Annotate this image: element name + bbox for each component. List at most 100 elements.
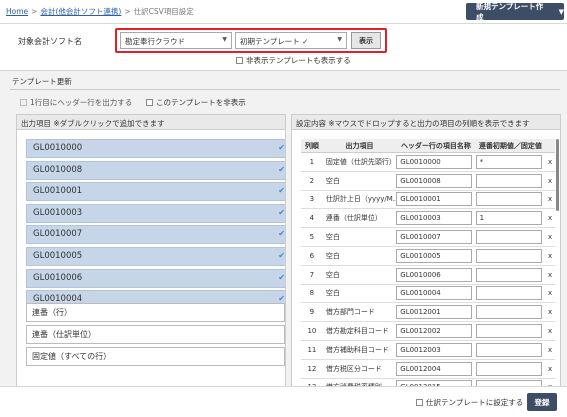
row-output-item: 借方勘定科目コード — [325, 327, 389, 336]
header-name-input[interactable]: GL0010005 — [396, 248, 473, 263]
hide-template-option[interactable]: このテンプレートを非表示 — [146, 97, 246, 108]
footer-bar: 仕訳テンプレートに設定する 登録 — [0, 386, 567, 417]
delete-icon[interactable]: x — [545, 252, 555, 260]
header-name-input[interactable]: GL0012002 — [396, 324, 473, 339]
row-order: 10 — [307, 327, 317, 336]
delete-icon[interactable]: x — [545, 177, 555, 185]
column-header-header-name: ヘッダー行の項目名称 — [400, 141, 471, 150]
delete-icon[interactable]: x — [545, 308, 555, 316]
list-item[interactable]: GL0010001 ✔ — [26, 182, 285, 202]
header-row-checkbox[interactable] — [20, 99, 27, 106]
row-output-item: 空白 — [325, 270, 340, 279]
list-item[interactable]: GL0010005 ✔ — [26, 246, 285, 266]
header-name-input[interactable]: GL0012001 — [396, 305, 473, 320]
header-name-input[interactable]: GL0010007 — [396, 230, 473, 245]
table-row[interactable]: 7 空白 GL0010006 x — [301, 266, 555, 285]
new-template-button[interactable]: 新規テンプレート作成 ▼ — [466, 2, 564, 22]
list-item[interactable]: GL0010008 ✔ — [26, 160, 285, 180]
delete-icon[interactable]: x — [545, 195, 555, 203]
header-name-input[interactable]: GL0010006 — [396, 267, 473, 282]
chevron-down-icon: ▼ — [222, 36, 227, 43]
table-row[interactable]: 10 借方勘定科目コード GL0012002 x — [301, 322, 555, 341]
table-row[interactable]: 1 固定値（仕訳先頭行） GL0010000 * x — [301, 153, 555, 172]
show-hidden-templates-option[interactable]: 非表示テンプレートも表示する — [236, 55, 351, 66]
delete-icon[interactable]: x — [545, 158, 555, 166]
list-item[interactable]: 連番（仕訳単位） — [26, 325, 285, 344]
hide-template-checkbox[interactable] — [146, 99, 153, 106]
initial-value-input[interactable] — [475, 192, 542, 207]
top-bar: Home > 会計(他会計ソフト連携) > 仕訳CSV項目設定 新規テンプレート作成 ▼ — [0, 0, 567, 24]
table-row[interactable]: 9 借方部門コード GL0012001 x — [301, 303, 555, 323]
breadcrumb-parent-link[interactable]: 会計(他会計ソフト連携) — [40, 7, 121, 16]
software-label: 対象会計ソフト名 — [18, 37, 82, 46]
check-icon: ✔ — [278, 186, 285, 196]
row-output-item: 空白 — [325, 233, 340, 242]
initial-value-input[interactable] — [475, 305, 542, 320]
register-button[interactable]: 登録 — [527, 393, 557, 411]
table-row[interactable]: 2 空白 GL0010008 x — [301, 172, 555, 191]
initial-value-input[interactable] — [475, 342, 542, 357]
breadcrumb-home-link[interactable]: Home — [6, 7, 28, 16]
list-item[interactable]: GL0010000 ✔ — [26, 139, 285, 158]
row-output-item: 固定値（仕訳先頭行） — [325, 157, 396, 166]
delete-icon[interactable]: x — [545, 289, 555, 297]
delete-icon[interactable]: x — [545, 346, 555, 354]
table-row[interactable]: 8 空白 GL0010004 x — [301, 285, 555, 304]
show-button[interactable]: 表示 — [351, 32, 381, 49]
header-row-option[interactable]: 1行目にヘッダー行を出力する — [20, 97, 132, 108]
row-output-item: 仕訳計上日（yyyy/M... — [325, 195, 397, 204]
table-row[interactable]: 5 空白 GL0010007 x — [301, 228, 555, 247]
row-output-item: 空白 — [325, 289, 340, 298]
initial-value-input[interactable] — [475, 286, 542, 301]
table-row[interactable]: 4 連番（仕訳単位） GL0010003 1 x — [301, 209, 555, 229]
header-name-input[interactable]: GL0010004 — [396, 286, 473, 301]
delete-icon[interactable]: x — [545, 365, 555, 373]
list-item[interactable]: 固定値（すべての行） — [26, 347, 285, 366]
template-select-value: 初期テンプレート ✓ — [240, 37, 309, 46]
initial-value-input[interactable] — [475, 230, 542, 245]
row-order: 7 — [309, 270, 315, 279]
scrollbar-thumb[interactable] — [556, 139, 559, 211]
list-item[interactable]: GL0010006 ✔ — [26, 268, 285, 288]
scrollbar[interactable] — [556, 139, 560, 386]
initial-value-input[interactable] — [475, 324, 542, 339]
set-template-checkbox[interactable] — [416, 399, 423, 406]
check-icon: ✔ — [278, 229, 285, 239]
header-name-input[interactable]: GL0010003 — [396, 211, 473, 226]
initial-value-input[interactable] — [475, 248, 542, 263]
list-item[interactable]: 連番（行） — [26, 303, 285, 322]
show-hidden-checkbox[interactable] — [236, 57, 243, 64]
delete-icon[interactable]: x — [545, 214, 555, 222]
list-item-label: GL0010008 — [33, 164, 83, 175]
table-row[interactable]: 12 借方税区分コード GL0012004 x — [301, 360, 555, 379]
table-row[interactable]: 3 仕訳計上日（yyyy/M... GL0010001 x — [301, 191, 555, 210]
list-item[interactable]: GL0010003 ✔ — [26, 203, 285, 223]
software-select-row: 対象会計ソフト名 勘定奉行クラウド ▼ 初期テンプレート ✓ ▼ 表示 非表示テ… — [0, 24, 567, 70]
software-select[interactable]: 勘定奉行クラウド ▼ — [120, 32, 232, 49]
header-name-input[interactable]: GL0010001 — [396, 192, 473, 207]
initial-value-input[interactable] — [475, 267, 542, 282]
initial-value-input[interactable] — [475, 361, 542, 376]
delete-icon[interactable]: x — [545, 271, 555, 279]
table-row[interactable]: 6 空白 GL0010005 x — [301, 247, 555, 266]
set-template-option[interactable]: 仕訳テンプレートに設定する — [416, 397, 523, 408]
header-name-input[interactable]: GL0012003 — [396, 342, 473, 357]
table-row[interactable]: 11 借方補助科目コード GL0012003 x — [301, 341, 555, 360]
initial-value-input[interactable]: 1 — [475, 211, 542, 226]
header-name-input[interactable]: GL0010000 — [396, 154, 473, 169]
header-name-input[interactable]: GL0012004 — [396, 361, 473, 376]
template-select[interactable]: 初期テンプレート ✓ ▼ — [235, 32, 347, 49]
header-name-input[interactable]: GL0010008 — [396, 173, 473, 188]
breadcrumb-separator: > — [124, 7, 131, 16]
table-header: 列順 出力項目 ヘッダー行の項目名称 連番初期値／固定値 — [301, 139, 555, 153]
delete-icon[interactable]: x — [545, 233, 555, 241]
chevron-down-icon: ▼ — [337, 36, 342, 43]
check-icon: ✔ — [278, 143, 285, 152]
section-title: テンプレート更新 — [12, 77, 72, 86]
initial-value-input[interactable] — [475, 173, 542, 188]
delete-icon[interactable]: x — [545, 327, 555, 335]
initial-value-input[interactable]: * — [475, 154, 542, 169]
settings-title: 設定内容 ※マウスでドロップすると出力の項目の列順を表示できます — [292, 115, 560, 130]
row-order: 6 — [309, 251, 315, 260]
list-item[interactable]: GL0010007 ✔ — [26, 225, 285, 245]
